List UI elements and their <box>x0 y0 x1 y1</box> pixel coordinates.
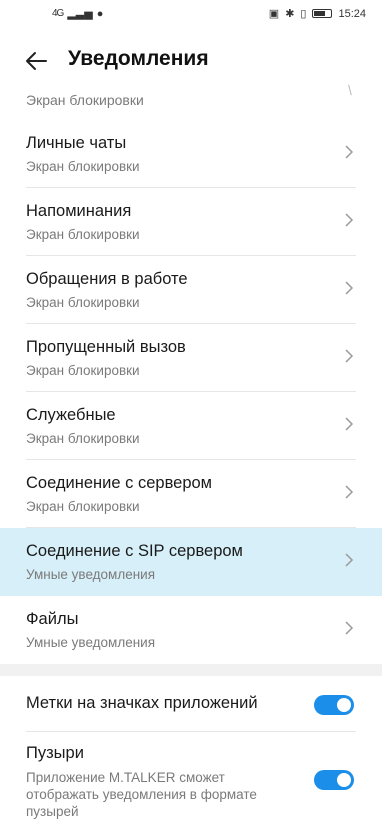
nfc-icon: ▣ <box>268 8 280 20</box>
chevron-right-icon <box>345 145 354 159</box>
chevron-right-icon <box>345 213 354 227</box>
chevron-right-icon <box>345 485 354 499</box>
list-item-label: Обращения в работе <box>26 270 188 288</box>
chevron-right-icon <box>345 621 354 635</box>
list-item-subtitle: Экран блокировки <box>26 499 140 514</box>
chevron-right-icon <box>345 553 354 567</box>
badges-toggle[interactable] <box>314 695 354 715</box>
bubbles-setting-row: Пузыри Приложение M.TALKER сможет отобра… <box>0 732 382 819</box>
list-item-subtitle: Экран блокировки <box>26 363 140 378</box>
vibrate-icon: ▯ <box>300 8 307 20</box>
chevron-right-icon <box>345 417 354 431</box>
app-notification-icon: ● <box>96 7 104 20</box>
status-time: 15:24 <box>338 7 366 20</box>
section-divider <box>0 664 382 676</box>
list-item-subtitle: Экран блокировки <box>26 92 144 108</box>
list-item-service[interactable]: Служебные Экран блокировки <box>0 392 382 460</box>
bluetooth-icon: ✱ <box>285 8 295 20</box>
list-item-missed-call[interactable]: Пропущенный вызов Экран блокировки <box>0 324 382 392</box>
cellular-signal-icon: 4G <box>52 8 64 19</box>
app-header: Уведомления <box>0 38 382 84</box>
list-item[interactable]: Экран блокировки / <box>0 80 382 120</box>
list-item-subtitle: Умные уведомления <box>26 567 156 582</box>
list-item-label: Напоминания <box>26 202 132 220</box>
list-item-requests-in-progress[interactable]: Обращения в работе Экран блокировки <box>0 256 382 324</box>
list-item-subtitle: Экран блокировки <box>26 227 140 242</box>
chevron-right-icon: / <box>344 82 356 98</box>
badges-label: Метки на значках приложений <box>26 694 258 712</box>
list-item-reminders[interactable]: Напоминания Экран блокировки <box>0 188 382 256</box>
bubbles-toggle[interactable] <box>314 770 354 790</box>
list-item-label: Личные чаты <box>26 134 127 152</box>
back-arrow-icon[interactable] <box>22 46 52 76</box>
notification-channel-list: Экран блокировки / Личные чаты Экран бло… <box>0 80 382 819</box>
list-item-label: Служебные <box>26 406 116 424</box>
list-item-personal-chats[interactable]: Личные чаты Экран блокировки <box>0 120 382 188</box>
chevron-right-icon <box>345 281 354 295</box>
list-item-label: Соединение с SIP сервером <box>26 542 243 560</box>
bubbles-description: Приложение M.TALKER сможет отображать ув… <box>26 770 257 819</box>
list-item-subtitle: Экран блокировки <box>26 159 140 174</box>
chevron-right-icon <box>345 349 354 363</box>
list-item-files[interactable]: Файлы Умные уведомления <box>0 596 382 664</box>
list-item-subtitle: Экран блокировки <box>26 295 140 310</box>
badges-setting-row: Метки на значках приложений <box>0 676 382 732</box>
list-item-subtitle: Умные уведомления <box>26 635 156 650</box>
signal-bars-icon: ▂▃▅ <box>67 8 93 20</box>
list-item-label: Соединение с сервером <box>26 474 213 492</box>
battery-icon <box>312 9 333 18</box>
bubbles-label: Пузыри <box>26 744 84 762</box>
list-item-subtitle: Экран блокировки <box>26 431 140 446</box>
status-bar: 4G ▂▃▅ ● ▣ ✱ ▯ 15:24 <box>0 0 382 30</box>
list-item-server-connection[interactable]: Соединение с сервером Экран блокировки <box>0 460 382 528</box>
list-item-sip-server-connection[interactable]: Соединение с SIP сервером Умные уведомле… <box>0 528 382 596</box>
list-item-label: Пропущенный вызов <box>26 338 186 356</box>
list-item-label: Файлы <box>26 610 79 628</box>
page-title: Уведомления <box>68 47 209 70</box>
